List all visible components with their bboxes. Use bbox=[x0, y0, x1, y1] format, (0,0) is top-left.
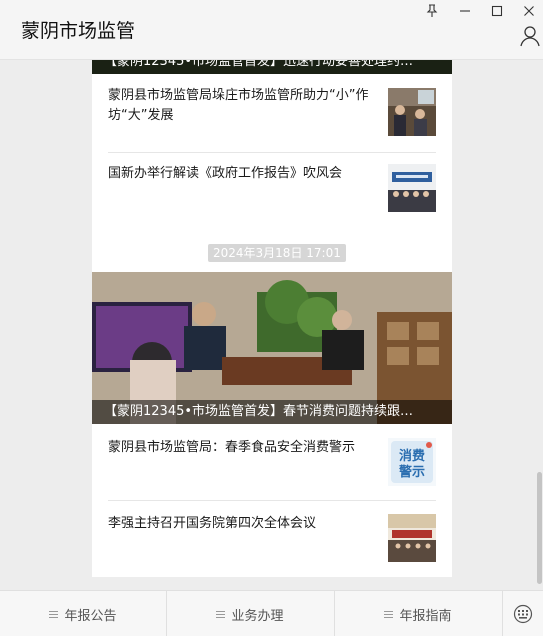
article-item[interactable]: 国新办举行解读《政府工作报告》吹风会 bbox=[108, 162, 436, 212]
article-hero-image[interactable]: 【蒙阴12345•市场监管首发】迅速行动妥善处理约… bbox=[92, 60, 452, 74]
window-title: 蒙阴市场监管 bbox=[21, 20, 136, 42]
article-item[interactable]: 李强主持召开国务院第四次全体会议 bbox=[108, 512, 436, 562]
article-item[interactable]: 蒙阴县市场监管局：春季食品安全消费警示 消费 警示 bbox=[108, 438, 436, 488]
menu-label: 年报指南 bbox=[399, 608, 452, 624]
divider bbox=[108, 152, 436, 153]
article-thumbnail bbox=[388, 514, 436, 562]
svg-text:警示: 警示 bbox=[399, 464, 425, 480]
title-bar: 蒙阴市场监管 bbox=[0, 0, 543, 60]
user-icon[interactable] bbox=[519, 25, 541, 47]
menu-icon bbox=[384, 610, 394, 618]
minimize-icon[interactable] bbox=[454, 2, 476, 20]
menu-business-handling[interactable]: 业务办理 bbox=[166, 591, 334, 636]
article-thumbnail bbox=[388, 164, 436, 212]
article-title: 李强主持召开国务院第四次全体会议 bbox=[108, 516, 317, 531]
close-icon[interactable] bbox=[518, 2, 540, 20]
article-title: 国新办举行解读《政府工作报告》吹风会 bbox=[108, 166, 343, 181]
message-timestamp: 2024年3月18日 17:01 bbox=[208, 244, 346, 262]
menu-label: 年报公告 bbox=[64, 608, 117, 624]
article-card: 【蒙阴12345•市场监管首发】春节消费问题持续跟… 蒙阴县市场监管局：春季食品… bbox=[92, 272, 452, 577]
hero-caption: 【蒙阴12345•市场监管首发】春节消费问题持续跟… bbox=[92, 400, 452, 424]
divider bbox=[108, 500, 436, 501]
menu-icon bbox=[49, 610, 59, 618]
maximize-icon[interactable] bbox=[486, 2, 508, 20]
menu-annual-report-notice[interactable]: 年报公告 bbox=[0, 591, 166, 636]
keyboard-icon[interactable] bbox=[502, 591, 543, 636]
svg-text:消费: 消费 bbox=[399, 448, 425, 464]
hero-caption: 【蒙阴12345•市场监管首发】迅速行动妥善处理约… bbox=[92, 60, 452, 74]
pin-icon[interactable] bbox=[421, 2, 443, 20]
article-hero-image[interactable]: 【蒙阴12345•市场监管首发】春节消费问题持续跟… bbox=[92, 272, 452, 424]
article-title: 蒙阴县市场监管局：春季食品安全消费警示 bbox=[108, 440, 356, 455]
article-item[interactable]: 蒙阴县市场监管局垛庄市场监管所助力“小”作坊“大”发展 bbox=[108, 86, 436, 142]
menu-annual-report-guide[interactable]: 年报指南 bbox=[334, 591, 502, 636]
menu-label: 业务办理 bbox=[231, 608, 284, 624]
article-thumbnail bbox=[388, 88, 436, 136]
article-title: 蒙阴县市场监管局垛庄市场监管所助力“小”作坊“大”发展 bbox=[108, 88, 369, 123]
scrollbar[interactable] bbox=[537, 472, 542, 584]
menu-icon bbox=[216, 610, 226, 618]
bottom-menu-bar: 年报公告 业务办理 年报指南 bbox=[0, 590, 543, 636]
article-thumbnail: 消费 警示 bbox=[388, 438, 436, 486]
message-feed[interactable]: 【蒙阴12345•市场监管首发】迅速行动妥善处理约… 蒙阴县市场监管局垛庄市场监… bbox=[0, 60, 543, 590]
